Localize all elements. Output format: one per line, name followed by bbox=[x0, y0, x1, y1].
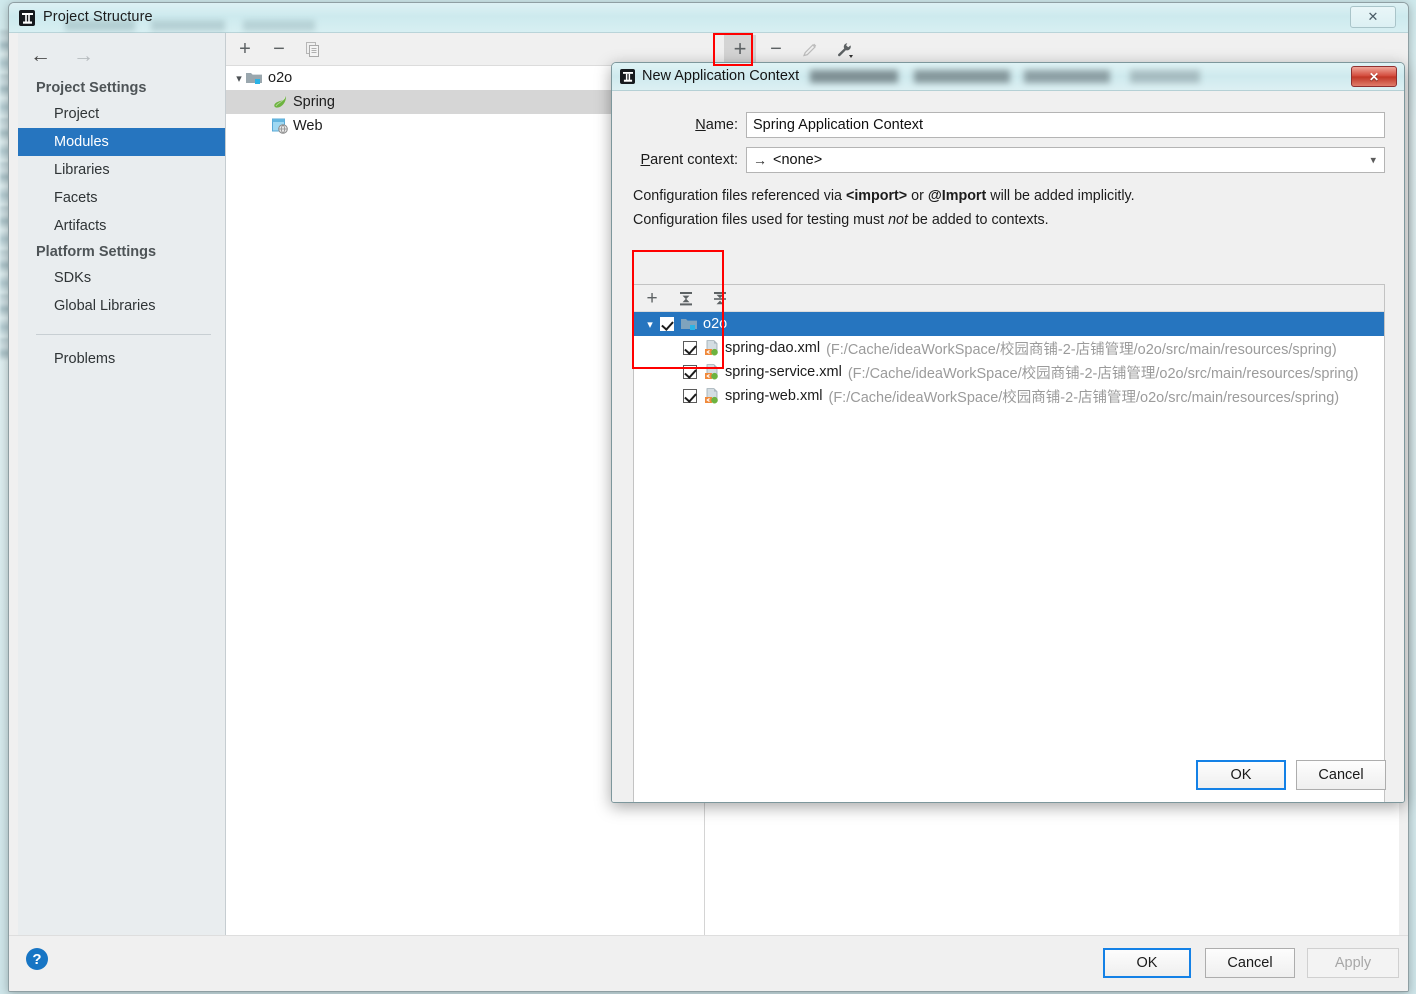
file-row-path: (F:/Cache/ideaWorkSpace/校园商铺-2-店铺管理/o2o/… bbox=[828, 389, 1340, 406]
dialog-cancel-button[interactable]: Cancel bbox=[1296, 760, 1386, 790]
add-file-button[interactable]: + bbox=[640, 288, 664, 309]
wrench-dropdown-icon[interactable] bbox=[832, 37, 858, 62]
settings-sidebar: ← → Project Settings Project Modules Lib… bbox=[18, 33, 226, 937]
arrow-right-icon: → bbox=[753, 152, 767, 168]
parent-context-label: Parent context: bbox=[640, 152, 738, 168]
checkbox-o2o[interactable] bbox=[660, 317, 674, 331]
note-text: Configuration files referenced via bbox=[633, 188, 846, 204]
checkbox-spring-dao[interactable] bbox=[683, 341, 697, 355]
sidebar-item-artifacts[interactable]: Artifacts bbox=[18, 212, 225, 240]
module-folder-icon bbox=[246, 71, 262, 85]
arrow-right-icon: → bbox=[73, 44, 94, 67]
pencil-icon bbox=[797, 37, 823, 62]
module-folder-icon bbox=[681, 317, 697, 331]
checkbox-spring-web[interactable] bbox=[683, 389, 697, 403]
parent-context-label-text: arent context: bbox=[650, 152, 738, 168]
configuration-files-list: + ▾ o2o spring-dao.xml (F:/Cache/ideaWor… bbox=[633, 284, 1385, 802]
main-title-bar: Project Structure ✕ bbox=[9, 3, 1408, 33]
note-text: be added to contexts. bbox=[907, 212, 1049, 228]
collapse-all-icon[interactable] bbox=[708, 288, 732, 309]
file-row-o2o[interactable]: ▾ o2o bbox=[634, 312, 1384, 336]
dialog-close-button[interactable]: ✕ bbox=[1351, 66, 1397, 87]
note-testing: Configuration files used for testing mus… bbox=[633, 212, 1049, 228]
file-row-label: spring-web.xml bbox=[725, 388, 823, 404]
intellij-idea-icon bbox=[19, 10, 35, 26]
file-row-spring-dao[interactable]: spring-dao.xml (F:/Cache/ideaWorkSpace/校… bbox=[634, 336, 1384, 360]
navigation-arrows: ← → bbox=[18, 33, 225, 76]
ok-button[interactable]: OK bbox=[1103, 948, 1191, 978]
web-facet-icon bbox=[272, 118, 288, 134]
note-import-annotation: @Import bbox=[927, 188, 987, 204]
apply-button: Apply bbox=[1307, 948, 1399, 978]
note-import: Configuration files referenced via <impo… bbox=[633, 188, 1135, 204]
checkbox-spring-service[interactable] bbox=[683, 365, 697, 379]
add-facet-button[interactable]: + bbox=[724, 35, 756, 62]
remove-facet-button[interactable]: − bbox=[763, 37, 789, 62]
file-row-label: spring-dao.xml bbox=[725, 340, 821, 356]
sidebar-group-platform-settings: Platform Settings bbox=[36, 244, 157, 260]
note-emphasis: not bbox=[888, 212, 908, 228]
note-import-tag: <import> bbox=[845, 188, 908, 204]
cancel-button[interactable]: Cancel bbox=[1205, 948, 1295, 978]
sidebar-divider bbox=[36, 334, 211, 335]
add-module-button[interactable]: + bbox=[232, 37, 258, 62]
spring-config-xml-icon bbox=[704, 388, 720, 404]
dialog-title: New Application Context bbox=[642, 68, 800, 84]
arrow-left-icon[interactable]: ← bbox=[30, 45, 51, 66]
sidebar-item-libraries[interactable]: Libraries bbox=[18, 156, 225, 184]
spring-config-xml-icon bbox=[704, 340, 720, 356]
main-button-bar: ? OK Cancel Apply bbox=[9, 935, 1408, 991]
note-text: Configuration files used for testing mus… bbox=[633, 212, 889, 228]
tree-label-o2o: o2o bbox=[268, 70, 293, 86]
name-label: Name: bbox=[695, 117, 738, 133]
file-row-label: o2o bbox=[703, 316, 728, 332]
remove-module-button[interactable]: − bbox=[266, 37, 292, 62]
chevron-down-icon[interactable]: ▾ bbox=[642, 318, 658, 331]
name-label-text: ame: bbox=[705, 117, 738, 133]
dialog-title-bar: New Application Context ✕ bbox=[612, 63, 1404, 91]
file-row-label: spring-service.xml bbox=[725, 364, 842, 380]
blurred-background-text bbox=[810, 70, 1230, 83]
dialog-button-bar: OK Cancel bbox=[612, 749, 1404, 802]
spring-config-xml-icon bbox=[704, 364, 720, 380]
sidebar-item-global-libraries[interactable]: Global Libraries bbox=[18, 292, 225, 320]
sidebar-item-facets[interactable]: Facets bbox=[18, 184, 225, 212]
dialog-ok-button[interactable]: OK bbox=[1196, 760, 1286, 790]
file-row-path: (F:/Cache/ideaWorkSpace/校园商铺-2-店铺管理/o2o/… bbox=[826, 341, 1337, 358]
sidebar-group-project-settings: Project Settings bbox=[36, 80, 147, 96]
note-text: will be added implicitly. bbox=[986, 188, 1135, 204]
expand-all-icon[interactable] bbox=[674, 288, 698, 309]
chevron-down-icon[interactable]: ▾ bbox=[232, 72, 246, 85]
help-button[interactable]: ? bbox=[26, 948, 48, 970]
sidebar-item-sdks[interactable]: SDKs bbox=[18, 264, 225, 292]
name-field-row: Name: Spring Application Context bbox=[633, 112, 1385, 138]
tree-label-web: Web bbox=[293, 118, 323, 134]
spring-leaf-icon bbox=[272, 94, 288, 110]
sidebar-item-problems[interactable]: Problems bbox=[18, 345, 225, 373]
window-close-button[interactable]: ✕ bbox=[1350, 6, 1396, 28]
window-title: Project Structure bbox=[43, 9, 153, 25]
sidebar-item-modules[interactable]: Modules bbox=[18, 128, 225, 156]
file-row-spring-web[interactable]: spring-web.xml (F:/Cache/ideaWorkSpace/校… bbox=[634, 384, 1384, 408]
parent-context-row: Parent context: → <none> ▾ bbox=[633, 147, 1385, 173]
note-text: or bbox=[907, 188, 928, 204]
parent-context-value: <none> bbox=[773, 152, 823, 168]
file-list-toolbar: + bbox=[634, 285, 1384, 312]
sidebar-item-project[interactable]: Project bbox=[18, 100, 225, 128]
file-row-path: (F:/Cache/ideaWorkSpace/校园商铺-2-店铺管理/o2o/… bbox=[847, 365, 1359, 382]
new-application-context-dialog: New Application Context ✕ Name: Spring A… bbox=[611, 62, 1405, 803]
intellij-idea-icon bbox=[620, 69, 635, 84]
dialog-body: Name: Spring Application Context Parent … bbox=[612, 91, 1404, 802]
tree-label-spring: Spring bbox=[293, 94, 335, 110]
file-row-spring-service[interactable]: spring-service.xml (F:/Cache/ideaWorkSpa… bbox=[634, 360, 1384, 384]
chevron-down-icon[interactable]: ▾ bbox=[1370, 154, 1376, 167]
name-input[interactable]: Spring Application Context bbox=[746, 112, 1385, 138]
parent-context-combobox[interactable]: → <none> ▾ bbox=[746, 147, 1385, 173]
copy-icon[interactable] bbox=[300, 37, 326, 62]
